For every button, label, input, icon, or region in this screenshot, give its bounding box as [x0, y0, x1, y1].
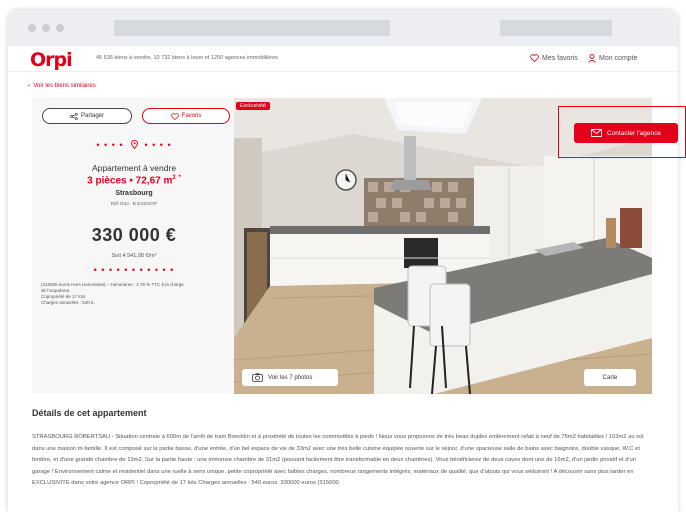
envelope-icon — [591, 129, 602, 137]
contact-agency-label: Contacter l'agence — [607, 129, 661, 137]
back-link-label: Voir les biens similaires — [33, 83, 96, 89]
my-account-link[interactable]: Mon compte — [588, 54, 638, 63]
fees-info: (315000 euros Hors Honoraires) – Honorai… — [41, 282, 231, 306]
contact-agency-button[interactable]: Contacter l'agence — [574, 123, 678, 143]
share-label: Partager — [80, 113, 104, 119]
favorite-button[interactable]: Favoris — [142, 108, 230, 124]
view-photos-label: Voir les 7 photos — [268, 374, 313, 381]
area-unit-superscript: 2 — [172, 175, 176, 181]
my-favorites-label: Mes favoris — [542, 54, 578, 62]
area-asterisk: * — [178, 175, 181, 181]
map-button[interactable]: Carte — [584, 369, 636, 386]
location-pin-icon — [130, 139, 138, 150]
user-icon — [588, 54, 596, 63]
rooms-area-text: 3 pièces • 72,67 m — [87, 175, 173, 187]
listing-reference: Réf Orpi : B-E1EGOP — [110, 202, 158, 207]
price-per-sqm: Soit 4 541,08 €/m² — [111, 253, 157, 259]
listing-price: 330 000 € — [91, 225, 177, 245]
share-button[interactable]: Partager — [42, 108, 132, 124]
camera-icon — [252, 373, 263, 382]
rooms-and-area: 3 pièces • 72,67 m2 * — [32, 175, 236, 186]
view-photos-button[interactable]: Voir les 7 photos — [242, 369, 338, 386]
price-divider: • • • • • • • • • • • — [93, 265, 175, 275]
my-account-label: Mon compte — [599, 55, 638, 62]
back-to-similar-link[interactable]: ‹ Voir les biens similaires — [28, 83, 96, 89]
details-title: Détails de cet appartement — [32, 408, 147, 418]
property-type: Appartement à vendre — [91, 163, 177, 173]
my-favorites-link[interactable]: Mes favoris — [530, 54, 578, 62]
favorite-label: Favoris — [181, 113, 202, 119]
heart-icon — [170, 112, 179, 120]
listing-summary-card: Partager Favoris • • • • • • • • Apparte… — [32, 98, 236, 394]
share-icon — [70, 112, 78, 120]
fees-line: Charges annuelles : 540 €. — [41, 300, 95, 305]
exclusivity-badge: Exclusivité — [236, 102, 270, 110]
details-text: STRASBOURG ROBERTSAU - Situation central… — [32, 434, 644, 487]
city-name: Strasbourg — [115, 190, 153, 197]
location-divider: • • • • • • • • — [96, 139, 172, 150]
heart-icon — [530, 54, 539, 62]
header-tagline: 45 536 biens à vendre, 10 732 biens à lo… — [96, 55, 278, 61]
page-content: Orpi 45 536 biens à vendre, 10 732 biens… — [8, 10, 686, 512]
site-header: Orpi 45 536 biens à vendre, 10 732 biens… — [8, 46, 678, 72]
orpi-logo[interactable]: Orpi — [30, 49, 73, 71]
